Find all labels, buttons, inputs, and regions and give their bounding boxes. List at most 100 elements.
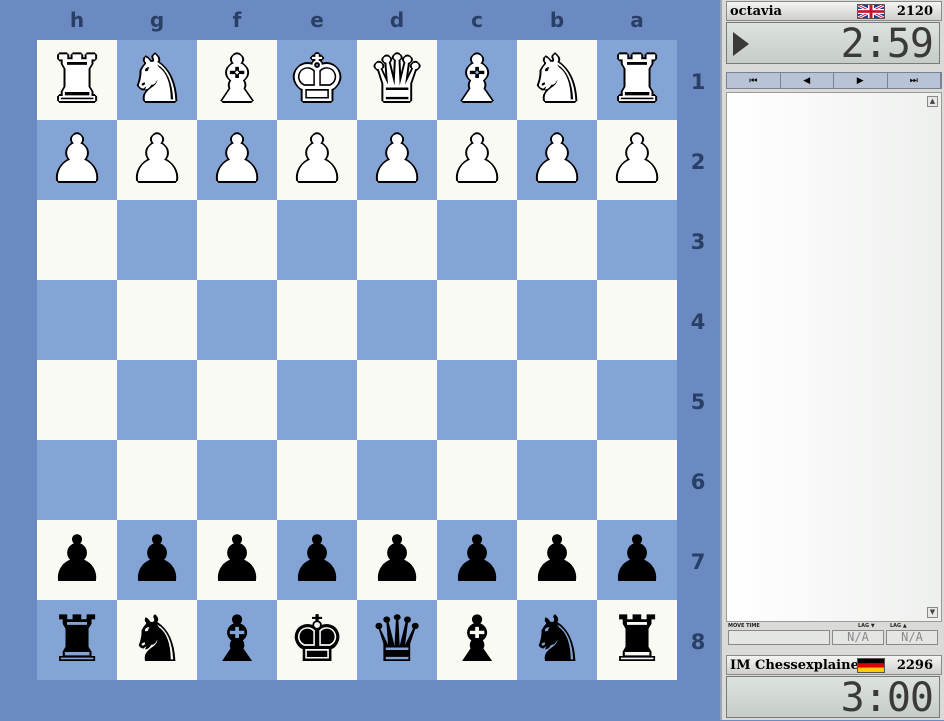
square-d5[interactable] xyxy=(357,360,437,440)
square-e7[interactable]: ♟ xyxy=(277,520,357,600)
square-b3[interactable] xyxy=(517,200,597,280)
square-h6[interactable] xyxy=(37,440,117,520)
black-pawn-icon[interactable]: ♟ xyxy=(448,528,505,592)
black-pawn-icon[interactable]: ♟ xyxy=(128,528,185,592)
next-move-button[interactable]: ▶ xyxy=(834,73,888,88)
chess-board[interactable]: ♜ ♞ ♝ ♚ ♛ ♝ ♞ ♜ ♟ ♟ ♟ ♟ ♟ ♟ ♟ ♟ ♟ ♟ ♟ ♟ ♟ ♟ ♟ ♟ ♜ ♞ ♝ ♚ ♛ ♝ ♞ ♜ xyxy=(37,40,677,680)
black-pawn-icon[interactable]: ♟ xyxy=(48,528,105,592)
square-c1[interactable]: ♝ xyxy=(437,40,517,120)
black-pawn-icon[interactable]: ♟ xyxy=(288,528,345,592)
square-b7[interactable]: ♟ xyxy=(517,520,597,600)
square-c8[interactable]: ♝ xyxy=(437,600,517,680)
square-c2[interactable]: ♟ xyxy=(437,120,517,200)
black-queen-icon[interactable]: ♛ xyxy=(368,608,425,672)
black-bishop-icon[interactable]: ♝ xyxy=(208,608,265,672)
square-f6[interactable] xyxy=(197,440,277,520)
white-bishop-icon[interactable]: ♝ xyxy=(208,48,265,112)
last-move-button[interactable]: ⏭ xyxy=(888,73,941,88)
square-f1[interactable]: ♝ xyxy=(197,40,277,120)
white-pawn-icon[interactable]: ♟ xyxy=(528,128,585,192)
white-pawn-icon[interactable]: ♟ xyxy=(608,128,665,192)
square-h3[interactable] xyxy=(37,200,117,280)
square-g6[interactable] xyxy=(117,440,197,520)
square-b8[interactable]: ♞ xyxy=(517,600,597,680)
square-g1[interactable]: ♞ xyxy=(117,40,197,120)
top-player-name[interactable]: octavia xyxy=(730,4,782,19)
square-a2[interactable]: ♟ xyxy=(597,120,677,200)
bottom-player-name[interactable]: IM Chessexplained xyxy=(730,658,868,673)
white-rook-icon[interactable]: ♜ xyxy=(608,48,665,112)
square-f2[interactable]: ♟ xyxy=(197,120,277,200)
square-d2[interactable]: ♟ xyxy=(357,120,437,200)
square-d8[interactable]: ♛ xyxy=(357,600,437,680)
square-c3[interactable] xyxy=(437,200,517,280)
square-c4[interactable] xyxy=(437,280,517,360)
square-g8[interactable]: ♞ xyxy=(117,600,197,680)
square-e5[interactable] xyxy=(277,360,357,440)
square-f3[interactable] xyxy=(197,200,277,280)
square-f5[interactable] xyxy=(197,360,277,440)
square-a1[interactable]: ♜ xyxy=(597,40,677,120)
square-f4[interactable] xyxy=(197,280,277,360)
black-rook-icon[interactable]: ♜ xyxy=(48,608,105,672)
first-move-button[interactable]: ⏮ xyxy=(727,73,781,88)
square-e1[interactable]: ♚ xyxy=(277,40,357,120)
square-f8[interactable]: ♝ xyxy=(197,600,277,680)
square-d6[interactable] xyxy=(357,440,437,520)
black-king-icon[interactable]: ♚ xyxy=(288,608,345,672)
white-rook-icon[interactable]: ♜ xyxy=(48,48,105,112)
square-e3[interactable] xyxy=(277,200,357,280)
square-a5[interactable] xyxy=(597,360,677,440)
black-knight-icon[interactable]: ♞ xyxy=(128,608,185,672)
square-g4[interactable] xyxy=(117,280,197,360)
white-pawn-icon[interactable]: ♟ xyxy=(288,128,345,192)
square-h8[interactable]: ♜ xyxy=(37,600,117,680)
square-b6[interactable] xyxy=(517,440,597,520)
white-pawn-icon[interactable]: ♟ xyxy=(448,128,505,192)
black-rook-icon[interactable]: ♜ xyxy=(608,608,665,672)
square-a4[interactable] xyxy=(597,280,677,360)
square-g3[interactable] xyxy=(117,200,197,280)
square-g5[interactable] xyxy=(117,360,197,440)
scroll-down-icon[interactable]: ▼ xyxy=(927,607,938,618)
black-pawn-icon[interactable]: ♟ xyxy=(368,528,425,592)
square-e6[interactable] xyxy=(277,440,357,520)
square-g2[interactable]: ♟ xyxy=(117,120,197,200)
square-c6[interactable] xyxy=(437,440,517,520)
square-g7[interactable]: ♟ xyxy=(117,520,197,600)
move-list[interactable]: ▲ ▼ xyxy=(726,92,942,622)
white-knight-icon[interactable]: ♞ xyxy=(128,48,185,112)
square-c5[interactable] xyxy=(437,360,517,440)
prev-move-button[interactable]: ◀ xyxy=(781,73,834,88)
square-a8[interactable]: ♜ xyxy=(597,600,677,680)
white-knight-icon[interactable]: ♞ xyxy=(528,48,585,112)
square-d1[interactable]: ♛ xyxy=(357,40,437,120)
square-h2[interactable]: ♟ xyxy=(37,120,117,200)
square-h1[interactable]: ♜ xyxy=(37,40,117,120)
square-a7[interactable]: ♟ xyxy=(597,520,677,600)
square-d7[interactable]: ♟ xyxy=(357,520,437,600)
square-a3[interactable] xyxy=(597,200,677,280)
black-pawn-icon[interactable]: ♟ xyxy=(528,528,585,592)
square-f7[interactable]: ♟ xyxy=(197,520,277,600)
white-king-icon[interactable]: ♚ xyxy=(288,48,345,112)
scroll-up-icon[interactable]: ▲ xyxy=(927,96,938,107)
square-a6[interactable] xyxy=(597,440,677,520)
square-e4[interactable] xyxy=(277,280,357,360)
square-b5[interactable] xyxy=(517,360,597,440)
white-pawn-icon[interactable]: ♟ xyxy=(208,128,265,192)
square-h5[interactable] xyxy=(37,360,117,440)
white-pawn-icon[interactable]: ♟ xyxy=(48,128,105,192)
square-e8[interactable]: ♚ xyxy=(277,600,357,680)
square-h7[interactable]: ♟ xyxy=(37,520,117,600)
square-e2[interactable]: ♟ xyxy=(277,120,357,200)
black-pawn-icon[interactable]: ♟ xyxy=(208,528,265,592)
black-pawn-icon[interactable]: ♟ xyxy=(608,528,665,592)
white-pawn-icon[interactable]: ♟ xyxy=(128,128,185,192)
square-d4[interactable] xyxy=(357,280,437,360)
black-bishop-icon[interactable]: ♝ xyxy=(448,608,505,672)
black-knight-icon[interactable]: ♞ xyxy=(528,608,585,672)
white-queen-icon[interactable]: ♛ xyxy=(368,48,425,112)
square-h4[interactable] xyxy=(37,280,117,360)
square-b1[interactable]: ♞ xyxy=(517,40,597,120)
